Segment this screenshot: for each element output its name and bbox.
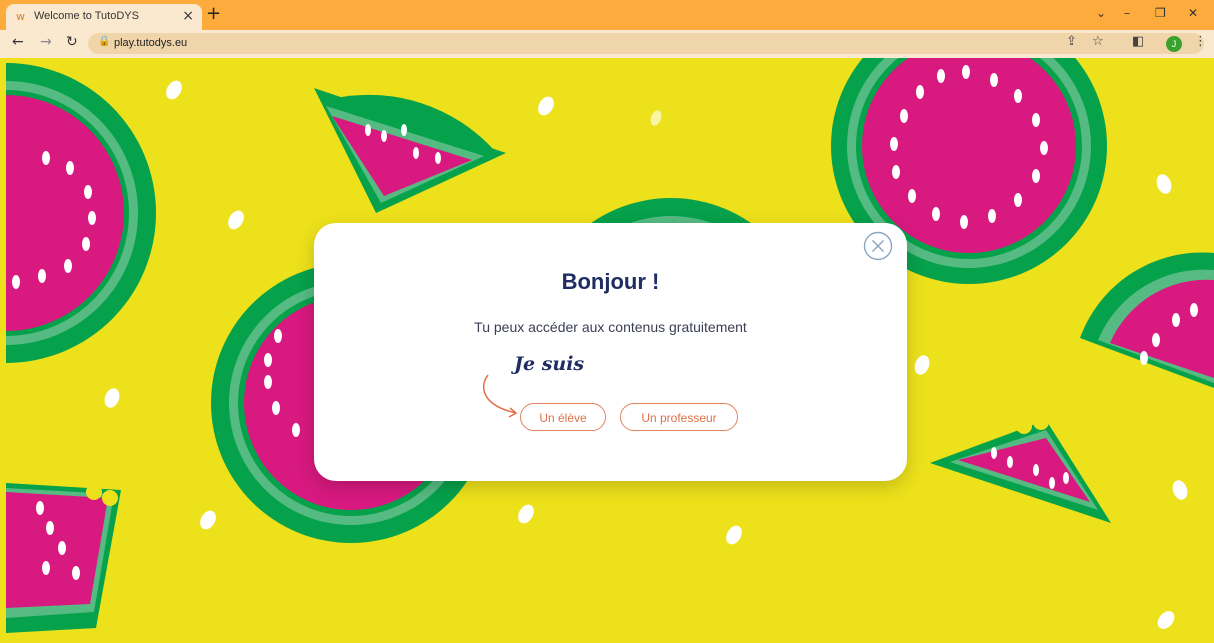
professeur-button[interactable]: Un professeur — [620, 403, 738, 431]
dialog-subtitle: Tu peux accéder aux contenus gratuitemen… — [474, 319, 747, 335]
tab-close-icon[interactable]: × — [182, 8, 194, 24]
lock-icon[interactable]: 🔒 — [98, 36, 110, 47]
reload-icon[interactable]: ↻ — [66, 34, 78, 50]
minimize-icon[interactable]: – — [1124, 6, 1130, 20]
share-icon[interactable]: ⇪ — [1066, 34, 1077, 49]
page-content: Bonjour ! Tu peux accéder aux contenus g… — [6, 58, 1214, 643]
forward-arrow-icon[interactable]: → — [40, 34, 52, 50]
close-window-icon[interactable]: ✕ — [1188, 6, 1198, 20]
tab-title: Welcome to TutoDYS — [34, 10, 139, 22]
watermelon-decoration — [930, 414, 1111, 523]
welcome-dialog: Bonjour ! Tu peux accéder aux contenus g… — [314, 223, 907, 481]
avatar[interactable]: J — [1166, 36, 1182, 52]
restore-icon[interactable]: ❐ — [1155, 6, 1166, 20]
dialog-title: Bonjour ! — [561, 269, 660, 294]
tutodys-favicon-icon: ᴡ — [16, 10, 25, 23]
browser-tab[interactable]: ᴡ Welcome to TutoDYS × — [6, 4, 202, 30]
watermelon-decoration — [314, 88, 506, 213]
star-icon[interactable]: ☆ — [1092, 34, 1104, 49]
browser-toolbar: ← → ↻ 🔒 play.tutodys.eu ⇪ ☆ ◧ J ⋮ — [0, 30, 1214, 58]
url-text[interactable]: play.tutodys.eu — [114, 37, 187, 49]
address-bar[interactable]: 🔒 play.tutodys.eu — [88, 33, 1204, 54]
eleve-button[interactable]: Un élève — [520, 403, 606, 431]
curved-arrow-icon — [482, 374, 518, 418]
watermelon-decoration — [6, 63, 156, 363]
menu-dots-icon[interactable]: ⋮ — [1194, 34, 1207, 49]
tab-search-icon[interactable]: ⌄ — [1096, 6, 1106, 20]
watermelon-decoration — [6, 483, 121, 633]
browser-tab-bar: ᴡ Welcome to TutoDYS × + ⌄ – ❐ ✕ — [0, 0, 1214, 30]
close-icon[interactable] — [863, 231, 893, 261]
pale-seeds-decoration — [650, 110, 662, 126]
back-arrow-icon[interactable]: ← — [12, 34, 24, 50]
sidepanel-icon[interactable]: ◧ — [1132, 34, 1144, 49]
new-tab-button[interactable]: + — [206, 3, 221, 24]
watermelon-decoration — [1080, 252, 1214, 388]
